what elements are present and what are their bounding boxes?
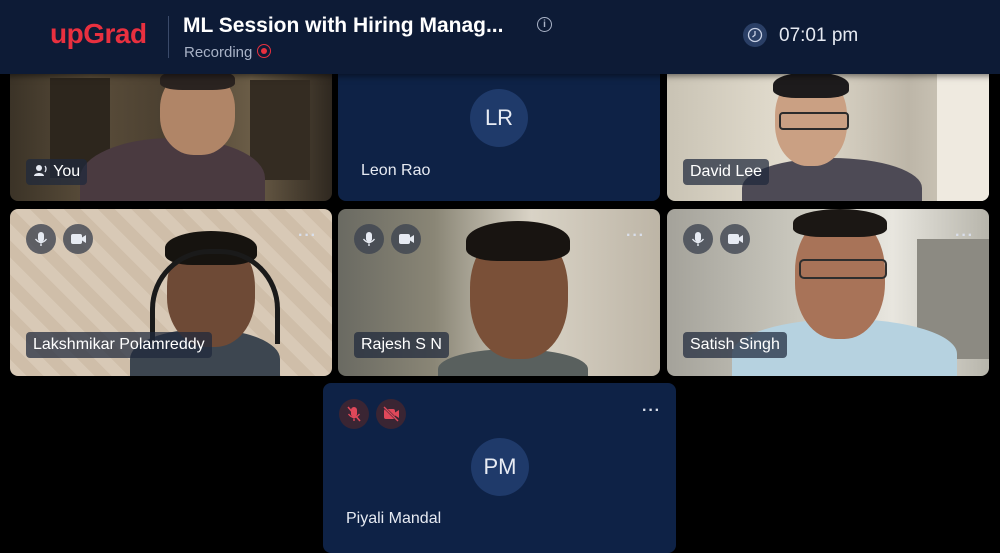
video-tile-lakshmikar-polamreddy[interactable]: ··· Lakshmikar Polamreddy bbox=[10, 209, 332, 376]
info-icon[interactable]: i bbox=[537, 17, 552, 32]
more-options-icon[interactable]: ··· bbox=[642, 402, 661, 420]
audio-speaking-icon bbox=[34, 165, 47, 176]
video-tile-satish-singh[interactable]: ··· Satish Singh bbox=[667, 209, 989, 376]
more-options-icon[interactable]: ··· bbox=[955, 227, 974, 245]
video-tile-rajesh-s-n[interactable]: ··· Rajesh S N bbox=[338, 209, 660, 376]
camera-icon[interactable] bbox=[720, 224, 750, 254]
video-tile-david-lee[interactable]: David Lee bbox=[667, 58, 989, 201]
avatar: PM bbox=[471, 438, 529, 496]
participant-name: Leon Rao bbox=[361, 162, 431, 179]
name-label: Lakshmikar Polamreddy bbox=[26, 332, 212, 358]
hair bbox=[466, 221, 570, 261]
microphone-icon[interactable] bbox=[26, 224, 56, 254]
video-tile-you[interactable]: You bbox=[10, 58, 332, 201]
participant-name: You bbox=[53, 163, 81, 180]
microphone-icon[interactable] bbox=[354, 224, 384, 254]
top-bar: upGrad ML Session with Hiring Manag... i… bbox=[0, 0, 1000, 74]
header-divider bbox=[168, 16, 169, 58]
name-label: Rajesh S N bbox=[354, 332, 449, 358]
participant-name: David Lee bbox=[690, 163, 763, 180]
name-label: You bbox=[26, 159, 88, 185]
microphone-muted-icon[interactable] bbox=[339, 399, 369, 429]
avatar: LR bbox=[470, 89, 528, 147]
glasses bbox=[799, 259, 887, 279]
video-tile-piyali-mandal[interactable]: ··· PM Piyali Mandal bbox=[323, 383, 676, 553]
camera-icon[interactable] bbox=[391, 224, 421, 254]
participant-name: Rajesh S N bbox=[361, 336, 442, 353]
clock-icon bbox=[743, 23, 767, 47]
session-title: ML Session with Hiring Manag... bbox=[183, 14, 504, 37]
glasses bbox=[779, 112, 849, 130]
camera-off-icon[interactable] bbox=[376, 399, 406, 429]
participant-name: Piyali Mandal bbox=[346, 510, 442, 527]
headset bbox=[150, 249, 280, 344]
recording-label: Recording bbox=[184, 44, 253, 61]
current-time: 07:01 pm bbox=[779, 25, 859, 46]
camera-icon[interactable] bbox=[63, 224, 93, 254]
video-tile-leon-rao[interactable]: LR Leon Rao bbox=[338, 58, 660, 201]
more-options-icon[interactable]: ··· bbox=[298, 227, 317, 245]
door bbox=[937, 68, 989, 201]
hair bbox=[773, 72, 849, 98]
name-label: David Lee bbox=[683, 159, 770, 185]
more-options-icon[interactable]: ··· bbox=[626, 227, 645, 245]
recording-icon bbox=[257, 44, 271, 58]
hair bbox=[793, 209, 887, 237]
microphone-icon[interactable] bbox=[683, 224, 713, 254]
upgrad-logo: upGrad bbox=[50, 18, 147, 49]
participant-name: Lakshmikar Polamreddy bbox=[33, 336, 205, 353]
participant-name: Satish Singh bbox=[690, 336, 780, 353]
name-label: Satish Singh bbox=[683, 332, 787, 358]
